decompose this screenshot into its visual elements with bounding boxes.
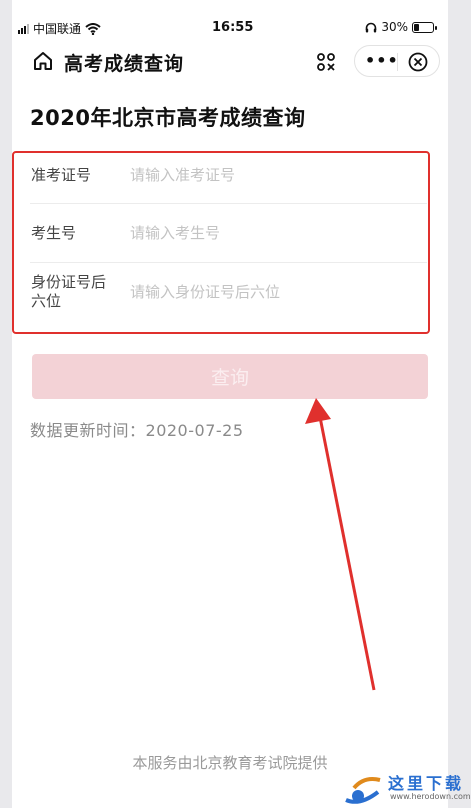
capsule-divider [397,53,398,71]
query-button[interactable]: 查询 [32,354,428,399]
signal-icon [18,23,29,34]
id-last-six-label: 身份证号后六位 [31,273,107,310]
home-icon[interactable] [32,50,54,72]
watermark-url: www.herodown.com [390,792,471,801]
more-icon[interactable]: ••• [365,53,399,69]
battery-level [414,23,419,31]
close-icon[interactable] [408,52,428,72]
status-time: 16:55 [212,20,254,35]
mini-program-screen: 中国联通 16:55 30% 高考成绩查询 ••• 2020年北京市高考成绩查询… [12,0,448,808]
page-title: 2020年北京市高考成绩查询 [30,106,306,130]
admission-number-label: 准考证号 [31,166,92,184]
candidate-number-input[interactable] [130,220,410,246]
watermark: 这里下载 www.herodown.com [340,770,471,808]
candidate-number-label: 考生号 [31,224,77,242]
capsule-menu: ••• [354,45,440,77]
update-time: 数据更新时间：2020-07-25 [30,417,244,441]
carrier-name: 中国联通 [33,22,82,36]
status-bar: 中国联通 16:55 30% [12,0,448,38]
nav-title: 高考成绩查询 [64,53,185,75]
form-row-id-last-six: 身份证号后六位 [14,263,427,333]
watermark-logo-icon [345,777,381,804]
battery-icon [412,21,437,33]
status-right: 30% [365,20,437,34]
update-time-label: 数据更新时间： [30,421,146,440]
wifi-icon [85,22,101,35]
headphones-icon [366,22,377,32]
battery-percent: 30% [381,20,408,34]
watermark-text: 这里下载 [388,774,465,793]
form-row-candidate-number: 考生号 [14,204,427,262]
update-time-date: 2020-07-25 [145,421,244,440]
nav-bar: 高考成绩查询 ••• [12,42,448,82]
form-row-admission-number: 准考证号 [14,153,427,205]
status-left: 中国联通 [18,20,101,37]
admission-number-input[interactable] [130,162,410,188]
qr-scan-icon [317,53,335,71]
scan-icon[interactable] [312,48,340,76]
id-last-six-input[interactable] [130,279,410,305]
query-form: 准考证号 考生号 身份证号后六位 [12,151,430,334]
